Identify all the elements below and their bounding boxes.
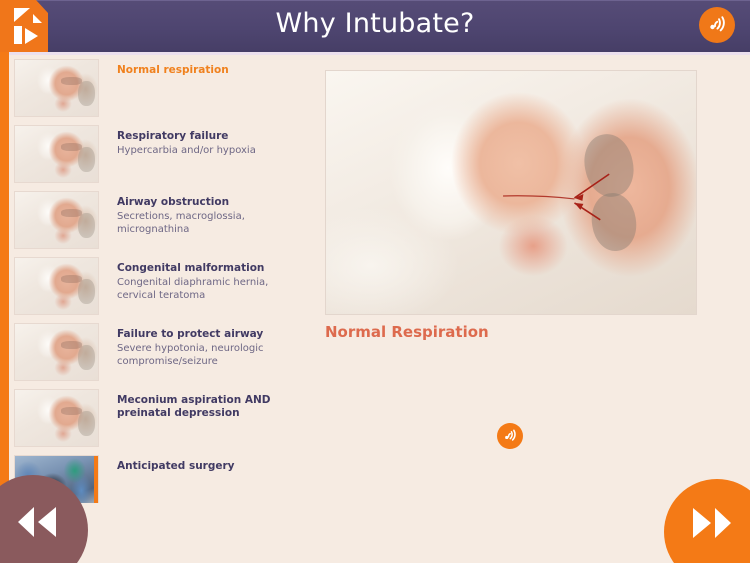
list-item-title: Failure to protect airway (117, 328, 264, 340)
list-item-title: Respiratory failure (117, 130, 229, 142)
list-item-thumbnail (14, 389, 99, 447)
content-audio-button[interactable] (497, 423, 523, 449)
topic-list[interactable]: Normal respiration Respiratory failure H… (9, 55, 299, 503)
list-item-subtitle: Secretions, macroglossia, micrognathina (117, 211, 245, 235)
main-image (325, 70, 697, 315)
list-item-title: Anticipated surgery (117, 460, 235, 472)
list-item-subtitle: Hypercarbia and/or hypoxia (117, 145, 256, 156)
annotation-arrow-icon (503, 173, 610, 221)
list-item[interactable]: Failure to protect airway Severe hypoton… (9, 319, 299, 385)
next-arrow-icon (693, 508, 731, 538)
list-item[interactable]: Airway obstruction Secretions, macroglos… (9, 187, 299, 253)
list-item-thumbnail (14, 323, 99, 381)
list-item-thumbnail (14, 257, 99, 315)
audio-speaker-icon (710, 16, 725, 32)
main-image-caption: Normal Respiration (325, 323, 489, 341)
list-item-title: Congenital malformation (117, 262, 265, 274)
list-item[interactable]: Meconium aspiration AND preinatal depres… (9, 385, 299, 451)
list-item-title: Normal respiration (117, 64, 229, 76)
newborn-baby-photo (326, 71, 696, 314)
list-item[interactable]: Normal respiration (9, 55, 299, 121)
thumbnail-accent-marker (94, 456, 98, 503)
list-item-text: Meconium aspiration AND preinatal depres… (99, 389, 292, 422)
list-item-text: Airway obstruction Secretions, macroglos… (99, 191, 292, 236)
list-item-text: Respiratory failure Hypercarbia and/or h… (99, 125, 292, 158)
list-item-text: Normal respiration (99, 59, 292, 79)
header-audio-button[interactable] (699, 7, 735, 43)
list-item-thumbnail (14, 191, 99, 249)
list-item-text: Congenital malformation Congenital diaph… (99, 257, 292, 302)
audio-speaker-icon (505, 429, 516, 441)
app-header: Why Intubate? (0, 0, 750, 52)
previous-arrow-icon (18, 507, 56, 537)
list-item-title: Meconium aspiration AND preinatal depres… (117, 394, 271, 419)
list-item-thumbnail (14, 59, 99, 117)
main-content: Normal Respiration (305, 55, 735, 505)
page-title: Why Intubate? (275, 8, 475, 39)
list-item-title: Airway obstruction (117, 196, 230, 208)
list-item-thumbnail (14, 125, 99, 183)
list-item-subtitle: Severe hypotonia, neurologic compromise/… (117, 343, 264, 367)
list-item-subtitle: Congenital diaphramic hernia, cervical t… (117, 277, 269, 301)
list-item-text: Failure to protect airway Severe hypoton… (99, 323, 292, 368)
list-item[interactable]: Congenital malformation Congenital diaph… (9, 253, 299, 319)
app-window: Why Intubate? Normal respiration Respira… (0, 0, 750, 563)
list-item[interactable]: Respiratory failure Hypercarbia and/or h… (9, 121, 299, 187)
list-item-text: Anticipated surgery (99, 455, 292, 475)
